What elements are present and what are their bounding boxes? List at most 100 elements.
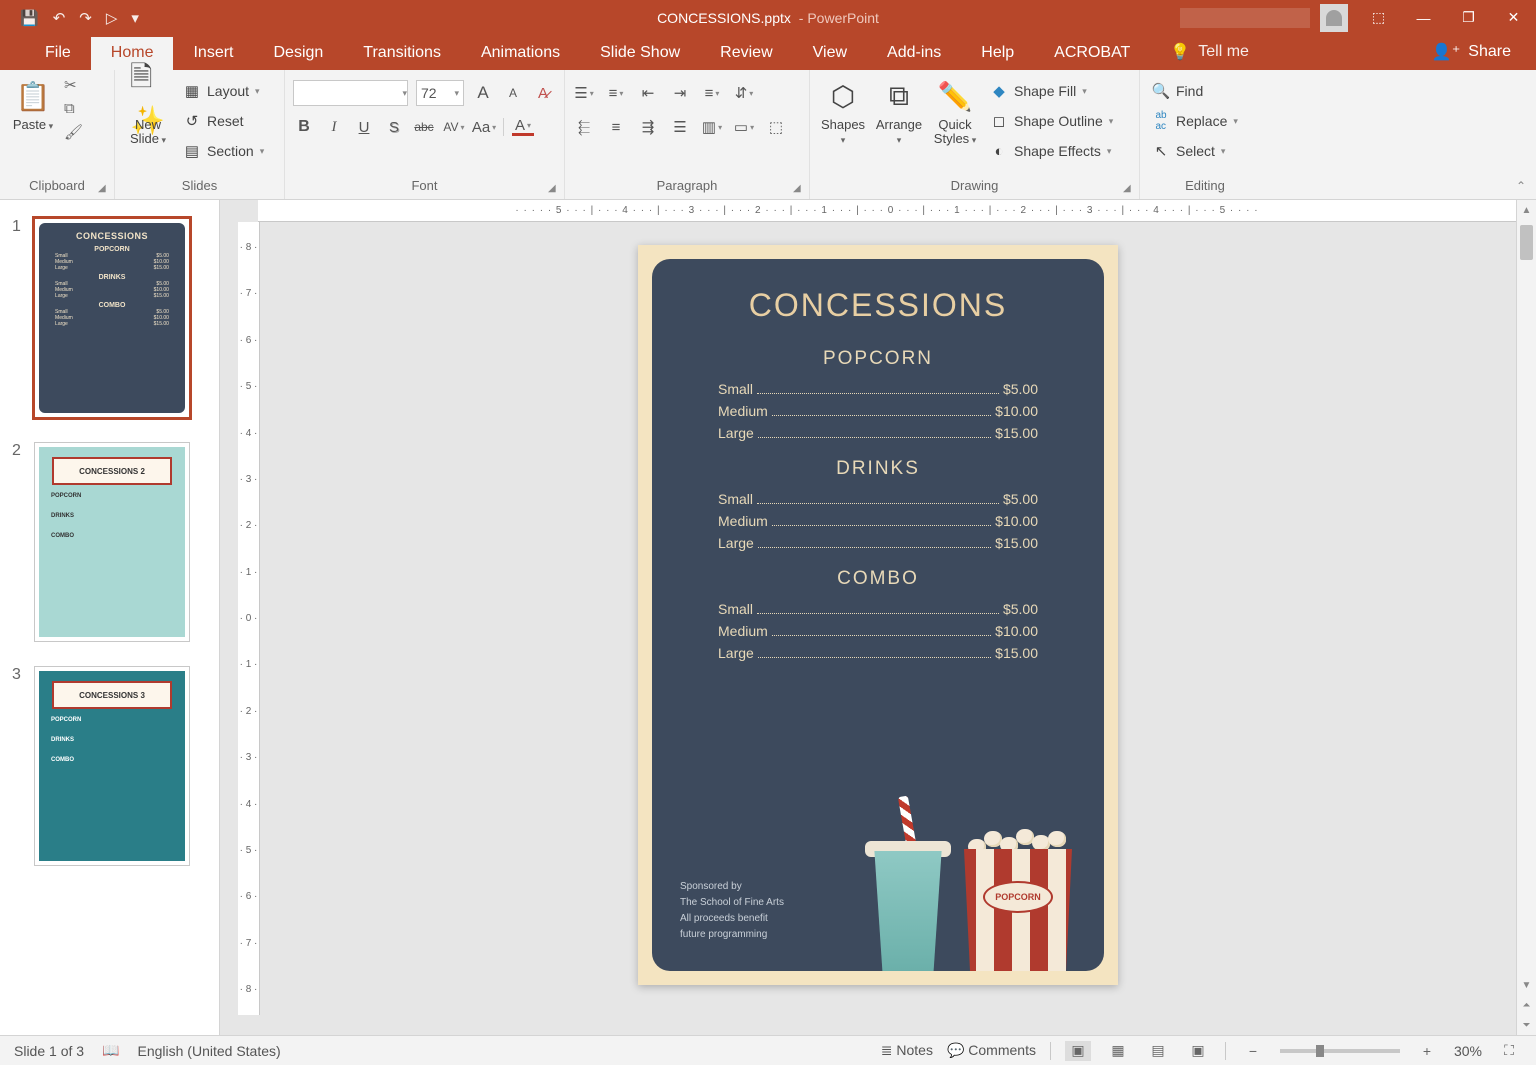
find-button[interactable]: 🔍Find <box>1148 80 1207 102</box>
scroll-up-icon[interactable]: ▲ <box>1517 200 1536 220</box>
slide-thumbnail-3[interactable]: CONCESSIONS 3 POPCORN DRINKS COMBO <box>34 666 190 866</box>
tab-transitions[interactable]: Transitions <box>343 37 461 70</box>
layout-button[interactable]: ▦Layout <box>179 80 268 102</box>
prev-slide-icon[interactable]: ⏶ <box>1517 995 1536 1015</box>
slide-canvas[interactable]: CONCESSIONS POPCORN Small$5.00 Medium$10… <box>638 245 1118 985</box>
qat-more-icon[interactable]: ▾ <box>131 9 139 27</box>
menu-row[interactable]: Large$15.00 <box>718 535 1038 551</box>
ribbon-display-options-icon[interactable]: ⬚ <box>1356 0 1401 35</box>
save-icon[interactable]: 💾 <box>20 9 39 27</box>
select-button[interactable]: ↖Select <box>1148 140 1229 162</box>
slide-sorter-view-icon[interactable]: ▦ <box>1105 1041 1131 1061</box>
zoom-level[interactable]: 30% <box>1454 1043 1482 1059</box>
tab-view[interactable]: View <box>793 37 867 70</box>
bullets-button[interactable]: ☰ <box>573 82 595 104</box>
menu-row[interactable]: Medium$10.00 <box>718 403 1038 419</box>
new-slide-button[interactable]: 🗎✨ New Slide <box>123 76 173 147</box>
redo-icon[interactable]: ↷ <box>79 9 92 27</box>
clear-formatting-icon[interactable]: A̷ <box>532 82 554 104</box>
normal-view-icon[interactable]: ▣ <box>1065 1041 1091 1061</box>
tab-slideshow[interactable]: Slide Show <box>580 37 700 70</box>
tab-animations[interactable]: Animations <box>461 37 580 70</box>
tab-insert[interactable]: Insert <box>173 37 253 70</box>
tab-review[interactable]: Review <box>700 37 792 70</box>
menu-row[interactable]: Small$5.00 <box>718 491 1038 507</box>
slide-counter[interactable]: Slide 1 of 3 <box>14 1043 84 1059</box>
change-case-button[interactable]: Aa <box>473 116 495 138</box>
reading-view-icon[interactable]: ▤ <box>1145 1041 1171 1061</box>
char-spacing-button[interactable]: AV <box>443 116 465 138</box>
paragraph-dialog-launcher[interactable]: ◢ <box>793 183 807 197</box>
slide-thumbnail-2[interactable]: CONCESSIONS 2 POPCORN DRINKS COMBO <box>34 442 190 642</box>
section-button[interactable]: ▤Section <box>179 140 268 162</box>
menu-row[interactable]: Small$5.00 <box>718 601 1038 617</box>
text-shadow-button[interactable]: S <box>383 116 405 138</box>
align-right-button[interactable]: ⇶ <box>637 116 659 138</box>
menu-row[interactable]: Large$15.00 <box>718 425 1038 441</box>
horizontal-ruler[interactable] <box>258 200 1516 222</box>
language-indicator[interactable]: English (United States) <box>138 1043 281 1059</box>
font-color-button[interactable]: A <box>512 118 534 136</box>
sponsor-text[interactable]: Sponsored by The School of Fine Arts All… <box>680 879 784 943</box>
align-left-button[interactable]: ⬱ <box>573 116 595 138</box>
text-direction-button[interactable]: ⇵ <box>733 82 755 104</box>
undo-icon[interactable]: ↶ <box>53 9 66 27</box>
smartart-button[interactable]: ⬚ <box>765 116 787 138</box>
close-icon[interactable]: ✕ <box>1491 0 1536 35</box>
numbering-button[interactable]: ≡ <box>605 82 627 104</box>
increase-indent-button[interactable]: ⇥ <box>669 82 691 104</box>
section-combo[interactable]: COMBO <box>837 568 919 590</box>
next-slide-icon[interactable]: ⏷ <box>1517 1015 1536 1035</box>
font-size-select[interactable]: 72▾ <box>416 80 464 106</box>
tab-addins[interactable]: Add-ins <box>867 37 961 70</box>
minimize-icon[interactable]: — <box>1401 0 1446 35</box>
menu-row[interactable]: Large$15.00 <box>718 645 1038 661</box>
quick-styles-button[interactable]: ✏️ Quick Styles <box>930 76 980 147</box>
tab-help[interactable]: Help <box>961 37 1034 70</box>
align-center-button[interactable]: ≡ <box>605 116 627 138</box>
shape-effects-button[interactable]: ◐Shape Effects <box>986 140 1117 162</box>
decrease-font-icon[interactable]: A <box>502 82 524 104</box>
columns-button[interactable]: ▥ <box>701 116 723 138</box>
increase-font-icon[interactable]: A <box>472 82 494 104</box>
font-dialog-launcher[interactable]: ◢ <box>548 183 562 197</box>
zoom-in-icon[interactable]: + <box>1414 1041 1440 1061</box>
strikethrough-button[interactable]: abc <box>413 116 435 138</box>
spellcheck-icon[interactable]: 📖 <box>102 1042 119 1059</box>
decrease-indent-button[interactable]: ⇤ <box>637 82 659 104</box>
restore-icon[interactable]: ❐ <box>1446 0 1491 35</box>
copy-icon[interactable]: ⧉ <box>64 100 83 117</box>
align-text-button[interactable]: ▭ <box>733 116 755 138</box>
collapse-ribbon-icon[interactable]: ⌃ <box>1516 179 1526 193</box>
shapes-button[interactable]: ⬡ Shapes <box>818 76 868 147</box>
section-drinks[interactable]: DRINKS <box>836 458 920 480</box>
shape-outline-button[interactable]: ◻Shape Outline <box>986 110 1117 132</box>
clipboard-dialog-launcher[interactable]: ◢ <box>98 183 112 197</box>
section-popcorn[interactable]: POPCORN <box>823 348 933 370</box>
reset-button[interactable]: ↺Reset <box>179 110 268 132</box>
shape-fill-button[interactable]: ◆Shape Fill <box>986 80 1117 102</box>
popcorn-drink-graphic[interactable]: POPCORN <box>868 801 1078 971</box>
tell-me-search[interactable]: 💡 Tell me <box>1150 35 1269 70</box>
font-family-select[interactable]: ▾ <box>293 80 408 106</box>
slideshow-view-icon[interactable]: ▣ <box>1185 1041 1211 1061</box>
slide-thumbnail-1[interactable]: CONCESSIONS POPCORN Small$5.00Medium$10.… <box>34 218 190 418</box>
replace-button[interactable]: abacReplace <box>1148 110 1242 132</box>
vertical-scrollbar[interactable]: ▲ ▼ ⏶ ⏷ <box>1516 200 1536 1035</box>
bold-button[interactable]: B <box>293 116 315 138</box>
zoom-slider[interactable] <box>1280 1049 1400 1053</box>
menu-row[interactable]: Medium$10.00 <box>718 513 1038 529</box>
zoom-out-icon[interactable]: − <box>1240 1041 1266 1061</box>
italic-button[interactable]: I <box>323 116 345 138</box>
drawing-dialog-launcher[interactable]: ◢ <box>1123 183 1137 197</box>
account-avatar-icon[interactable] <box>1320 4 1348 32</box>
fit-to-window-icon[interactable]: ⛶ <box>1496 1041 1522 1061</box>
tab-design[interactable]: Design <box>253 37 343 70</box>
justify-button[interactable]: ☰ <box>669 116 691 138</box>
cut-icon[interactable]: ✂ <box>64 76 83 94</box>
menu-row[interactable]: Small$5.00 <box>718 381 1038 397</box>
notes-button[interactable]: ≣ Notes <box>881 1042 933 1059</box>
share-button[interactable]: 👤⁺ Share <box>1432 42 1511 70</box>
scroll-down-icon[interactable]: ▼ <box>1517 975 1536 995</box>
scrollbar-thumb[interactable] <box>1520 225 1533 260</box>
